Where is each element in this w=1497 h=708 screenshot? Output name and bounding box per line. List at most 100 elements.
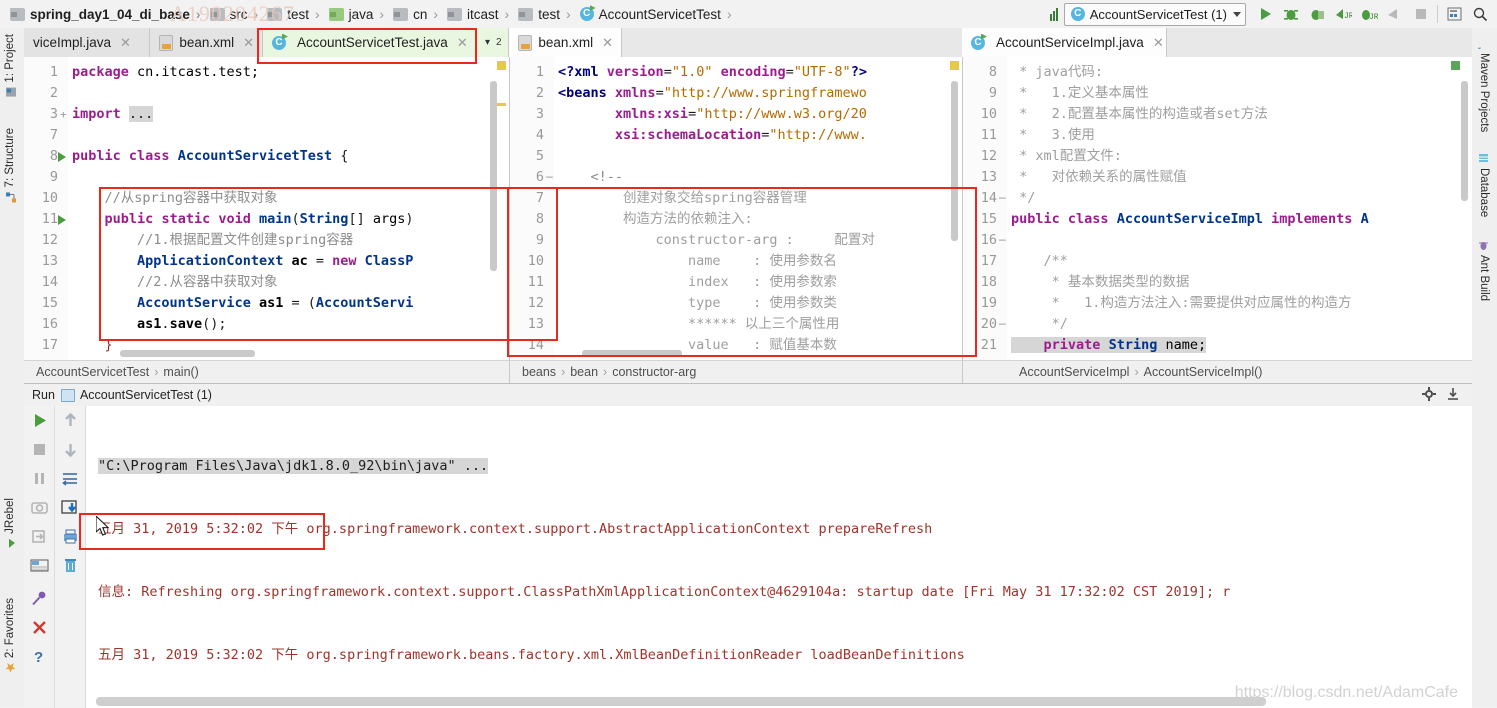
code-line: }: [72, 337, 113, 353]
editor-hscrollbar-middle[interactable]: [582, 350, 682, 357]
editor-scrollbar-right[interactable]: [1461, 81, 1468, 201]
rerun-icon[interactable]: [31, 412, 48, 432]
sidebar-item-jrebel[interactable]: JRebel: [4, 498, 16, 549]
close-icon[interactable]: ✕: [1153, 35, 1164, 51]
search-icon[interactable]: [1467, 2, 1493, 26]
run-icon[interactable]: [1252, 2, 1278, 26]
fold-icon[interactable]: ─: [999, 314, 1006, 335]
help-icon[interactable]: ?: [31, 648, 48, 668]
editor-tab-serviceimpl[interactable]: viceImpl.java ✕: [24, 28, 150, 57]
fold-icon[interactable]: +: [60, 104, 67, 125]
export-icon[interactable]: [31, 528, 48, 548]
scroll-down-icon[interactable]: [62, 441, 79, 461]
code-content-right[interactable]: 8 9 10 11 12 13 14 15 16 17 18 19 20 21 …: [963, 57, 1472, 383]
stop-icon[interactable]: [1408, 2, 1434, 26]
toggle-tasks-icon[interactable]: [30, 557, 49, 577]
code-line-comment: 创建对象交给spring容器管理: [558, 190, 807, 206]
code-line-comment: * 1.定义基本属性: [1011, 85, 1149, 101]
breadcrumb-item-cn[interactable]: cn ›: [391, 0, 445, 28]
run-configuration-selector[interactable]: C AccountServicetTest (1): [1063, 2, 1246, 26]
code-line: xmlns:xsi="http://www.w3.org/20: [614, 106, 867, 122]
code-line: public class AccountServicetTest {: [72, 148, 349, 164]
console-output[interactable]: "C:\Program Files\Java\jdk1.8.0_92\bin\j…: [86, 406, 1472, 708]
breadcrumb-item-test-pkg[interactable]: test ›: [516, 0, 577, 28]
attach-profiler-icon[interactable]: [1382, 2, 1408, 26]
close-icon[interactable]: ✕: [457, 35, 468, 51]
code-line: private String name;: [1011, 335, 1207, 356]
breadcrumb-method[interactable]: main(): [163, 365, 198, 379]
editor-tab-label: viceImpl.java: [33, 35, 112, 50]
sidebar-item-structure[interactable]: 7: Structure: [4, 128, 16, 203]
console-hscrollbar[interactable]: [96, 697, 1266, 706]
warning-marker: [497, 61, 506, 70]
java-class-icon: C: [579, 7, 594, 21]
editor-tab-accountserviceimpl[interactable]: C AccountServiceImpl.java ✕: [962, 28, 1167, 57]
debug-icon[interactable]: [1278, 2, 1304, 26]
layout-icon[interactable]: [1441, 2, 1467, 26]
maven-icon: m: [1473, 38, 1490, 55]
breadcrumb-constructor-arg[interactable]: constructor-arg: [612, 365, 696, 379]
breadcrumb-item-class[interactable]: C AccountServicetTest ›: [578, 0, 739, 28]
run-gutter-icon[interactable]: [56, 146, 68, 167]
fold-icon[interactable]: ─: [999, 230, 1006, 251]
ok-marker: [1451, 61, 1460, 70]
run-actions-column-2: [55, 406, 86, 708]
breadcrumb-bean[interactable]: bean: [570, 365, 598, 379]
svg-text:JR: JR: [1369, 13, 1378, 22]
breadcrumb-beans[interactable]: beans: [522, 365, 556, 379]
editor-scrollbar-left[interactable]: [490, 81, 497, 271]
breadcrumb-class[interactable]: AccountServiceImpl: [1019, 365, 1129, 379]
editor-tab-label: AccountServicetTest.java: [297, 35, 448, 50]
editor-tab-overflow[interactable]: ▾ 2: [476, 28, 509, 57]
trash-icon[interactable]: [62, 557, 79, 577]
breadcrumb-constructor[interactable]: AccountServiceImpl(): [1144, 365, 1263, 379]
editor-tab-bean-xml-left[interactable]: bean.xml ✕: [150, 28, 263, 57]
editor-tab-accountservicettest[interactable]: C AccountServicetTest.java ✕: [263, 28, 476, 57]
run-gutter-icon[interactable]: [56, 209, 68, 230]
sidebar-item-maven[interactable]: m Maven Projects: [1473, 38, 1491, 132]
sort-icon[interactable]: [1049, 7, 1058, 21]
editor-scrollbar-middle[interactable]: [951, 81, 958, 241]
jrebel-debug-icon[interactable]: JR: [1356, 2, 1382, 26]
code-content-left[interactable]: 1 2 3 7 8 9 10 11 12 13 14 15 16 17 + pa…: [24, 57, 509, 383]
close-icon[interactable]: ✕: [602, 35, 613, 51]
code-line-comment: //1.根据配置文件创建spring容器: [72, 232, 354, 248]
settings-gear-icon[interactable]: [1422, 386, 1436, 404]
jrebel-run-icon[interactable]: JR: [1330, 2, 1356, 26]
code-content-middle[interactable]: 1 2 3 4 5 6 7 8 9 10 11 12 13 14 ─ <?xml…: [510, 57, 962, 383]
breadcrumb-separator: ›: [433, 6, 438, 22]
line-number: 16: [41, 316, 58, 332]
scroll-to-end-icon[interactable]: [60, 499, 80, 519]
sidebar-item-favorites[interactable]: 2: Favorites: [4, 598, 16, 673]
pin-icon[interactable]: [31, 590, 48, 610]
breadcrumb: spring_day1_04_di_base › src › test › ja…: [0, 0, 739, 28]
sidebar-item-ant[interactable]: Ant Build: [1478, 240, 1490, 301]
editor-hscrollbar-left[interactable]: [120, 350, 255, 357]
close-icon[interactable]: [31, 619, 48, 639]
print-icon[interactable]: [61, 528, 80, 548]
editor-pane-service-impl[interactable]: 8 9 10 11 12 13 14 15 16 17 18 19 20 21 …: [963, 57, 1472, 383]
toolbar-divider: [1437, 5, 1438, 23]
fold-icon[interactable]: ─: [546, 167, 553, 188]
breadcrumb-class[interactable]: AccountServicetTest: [36, 365, 149, 379]
editor-pane-bean-xml[interactable]: 1 2 3 4 5 6 7 8 9 10 11 12 13 14 ─ <?xml…: [510, 57, 963, 383]
breadcrumb-item-itcast[interactable]: itcast ›: [445, 0, 516, 28]
screenshot-icon[interactable]: [30, 499, 48, 519]
toolbar-actions: C AccountServicetTest (1) JR JR: [1049, 0, 1497, 28]
sidebar-item-label: JRebel: [4, 498, 16, 534]
run-tab-accountservicettest[interactable]: AccountServicetTest (1): [60, 388, 212, 402]
coverage-icon[interactable]: [1304, 2, 1330, 26]
minimize-icon[interactable]: [1446, 387, 1460, 404]
stop-icon[interactable]: [31, 441, 48, 461]
pause-icon[interactable]: [31, 470, 48, 490]
scroll-up-icon[interactable]: [62, 412, 79, 432]
editor-pane-java-test[interactable]: 1 2 3 7 8 9 10 11 12 13 14 15 16 17 + pa…: [24, 57, 510, 383]
fold-icon[interactable]: ─: [999, 188, 1006, 209]
breadcrumb-item-java[interactable]: java ›: [327, 0, 391, 28]
sidebar-item-project[interactable]: 1: Project: [4, 34, 16, 98]
close-icon[interactable]: ✕: [120, 35, 131, 51]
sidebar-item-database[interactable]: Database: [1478, 153, 1490, 217]
soft-wrap-icon[interactable]: [61, 470, 80, 490]
editor-tab-bean-xml-middle[interactable]: bean.xml ✕: [509, 28, 622, 57]
close-icon[interactable]: ✕: [243, 35, 254, 51]
